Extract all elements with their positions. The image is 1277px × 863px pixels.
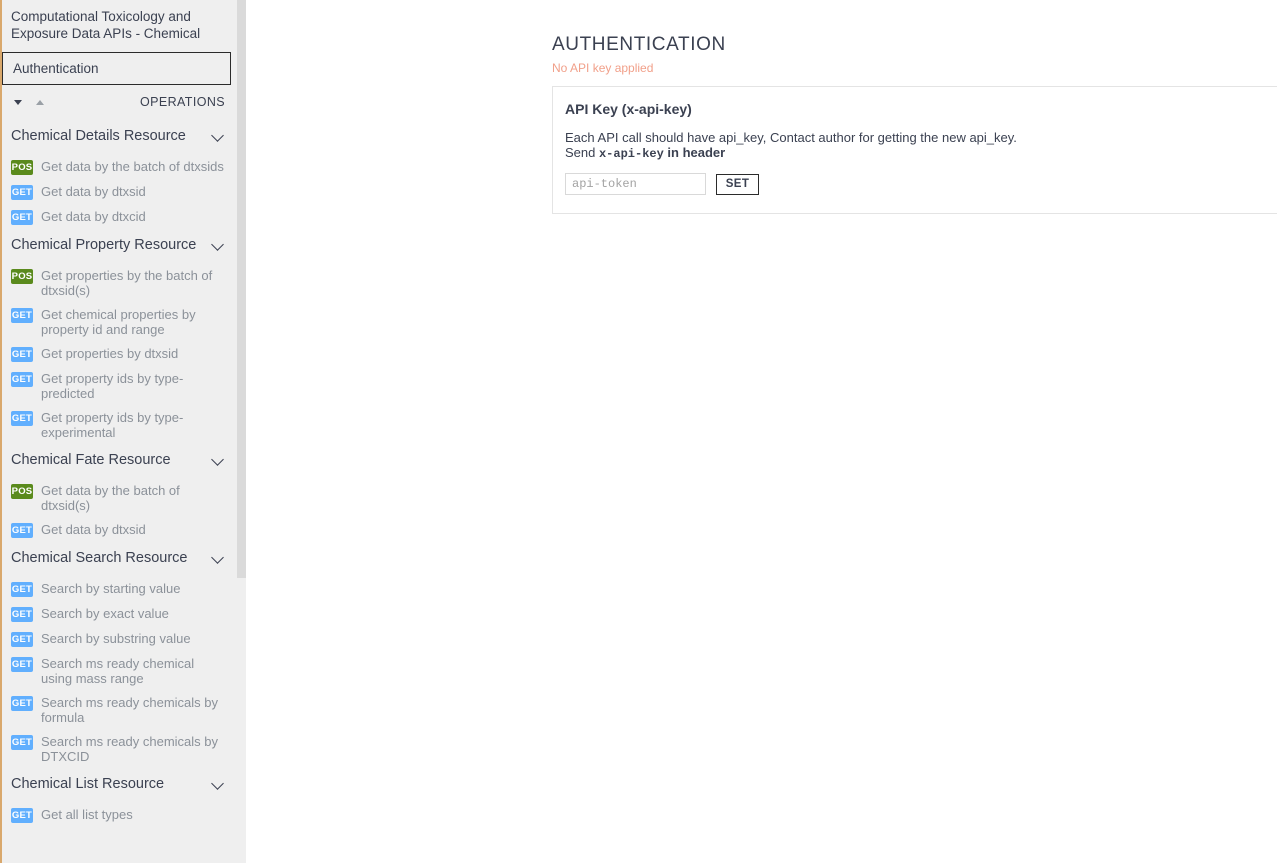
app-root: Computational Toxicology and Exposure Da… bbox=[0, 0, 1277, 863]
operation-label: Search ms ready chemicals by formula bbox=[41, 695, 219, 725]
sidebar-tab-authentication[interactable]: Authentication bbox=[2, 52, 231, 85]
http-method-badge: POS bbox=[11, 269, 33, 284]
resource-section-title: Chemical List Resource bbox=[11, 776, 165, 792]
api-key-description-line2-prefix: Send bbox=[565, 145, 599, 160]
set-api-key-button[interactable]: SET bbox=[716, 173, 759, 195]
chevron-down-icon[interactable] bbox=[212, 454, 225, 467]
operation-label: Get chemical properties by property id a… bbox=[41, 307, 196, 337]
operation-row[interactable]: GET Search ms ready chemical using mass r… bbox=[2, 656, 239, 686]
api-key-description-line1: Each API call should have api_key, Conta… bbox=[565, 130, 1017, 145]
http-method-badge: GET bbox=[11, 657, 33, 672]
operation-row[interactable]: GET Search by exact value bbox=[2, 606, 239, 622]
operation-row[interactable]: POS Get properties by the batch of dtxsid… bbox=[2, 268, 239, 298]
operation-label: Search by substring value bbox=[41, 631, 191, 646]
operation-row[interactable]: GET Get data by dtxsid bbox=[2, 184, 239, 200]
main-content: AUTHENTICATION No API key applied API Ke… bbox=[246, 0, 1277, 863]
operation-label: Get property ids by type-predicted bbox=[41, 371, 184, 401]
http-method-badge: GET bbox=[11, 308, 33, 323]
operations-label: OPERATIONS bbox=[139, 95, 225, 109]
http-method-badge: GET bbox=[11, 347, 33, 362]
api-key-header-name: x-api-key bbox=[598, 147, 664, 161]
http-method-badge: GET bbox=[11, 808, 33, 823]
operation-label: Get data by the batch of dtxsid(s) bbox=[41, 483, 180, 513]
api-key-panel: API Key (x-api-key) Each API call should… bbox=[552, 86, 1277, 214]
operations-sort-bar: OPERATIONS bbox=[2, 88, 239, 116]
resource-section-header[interactable]: Chemical Search Resource bbox=[2, 544, 239, 572]
resource-section-title: Chemical Property Resource bbox=[11, 237, 197, 253]
operation-row[interactable]: GET Get property ids by type-experimental bbox=[2, 410, 239, 440]
http-method-badge: GET bbox=[11, 607, 33, 622]
http-method-badge: GET bbox=[11, 185, 33, 200]
http-method-badge: GET bbox=[11, 523, 33, 538]
api-key-form: SET bbox=[562, 173, 1277, 195]
sidebar: Computational Toxicology and Exposure Da… bbox=[0, 0, 246, 863]
operation-label: Get data by dtxsid bbox=[41, 184, 146, 199]
http-method-badge: GET bbox=[11, 735, 33, 750]
operation-row[interactable]: GET Search by substring value bbox=[2, 631, 239, 647]
api-key-description-line2-suffix: in header bbox=[663, 145, 726, 160]
operation-label: Search by exact value bbox=[41, 606, 169, 621]
sidebar-scrollbar-track[interactable] bbox=[237, 0, 246, 863]
operation-label: Search by starting value bbox=[41, 581, 181, 596]
operation-label: Get all list types bbox=[41, 807, 133, 822]
api-key-description: Each API call should have api_key, Conta… bbox=[562, 130, 1277, 162]
resource-section-title: Chemical Details Resource bbox=[11, 128, 186, 144]
resource-section-header[interactable]: Chemical Details Resource bbox=[2, 122, 239, 150]
operation-label: Search ms ready chemical using mass rang… bbox=[41, 656, 195, 686]
triangle-up-icon[interactable] bbox=[36, 99, 44, 105]
operation-label: Get property ids by type-experimental bbox=[41, 410, 184, 440]
operation-row[interactable]: GET Get all list types bbox=[2, 807, 239, 823]
chevron-down-icon[interactable] bbox=[212, 778, 225, 791]
operation-row[interactable]: GET Get chemical properties by property i… bbox=[2, 307, 239, 337]
resource-section-header[interactable]: Chemical Property Resource bbox=[2, 231, 239, 259]
resource-section-title: Chemical Fate Resource bbox=[11, 452, 171, 468]
resource-section-header[interactable]: Chemical List Resource bbox=[2, 770, 239, 798]
sort-arrow-group bbox=[14, 99, 44, 105]
triangle-down-icon[interactable] bbox=[14, 99, 22, 105]
sidebar-tab-authentication-label: Authentication bbox=[13, 61, 99, 76]
operation-label: Search ms ready chemicals by DTXCID bbox=[41, 734, 219, 764]
operation-row[interactable]: GET Get data by dtxsid bbox=[2, 522, 239, 538]
sidebar-scrollbar-thumb[interactable] bbox=[237, 0, 246, 578]
operation-label: Get properties by dtxsid bbox=[41, 346, 179, 361]
http-method-badge: GET bbox=[11, 582, 33, 597]
operation-row[interactable]: GET Search ms ready chemicals by DTXCID bbox=[2, 734, 239, 764]
operation-label: Get data by the batch of dtxsids bbox=[41, 159, 224, 174]
operation-label: Get data by dtxcid bbox=[41, 209, 146, 224]
api-title: Computational Toxicology and Exposure Da… bbox=[11, 9, 201, 41]
http-method-badge: GET bbox=[11, 411, 33, 426]
http-method-badge: GET bbox=[11, 210, 33, 225]
operation-label: Get properties by the batch of dtxsid(s) bbox=[41, 268, 213, 298]
http-method-badge: GET bbox=[11, 632, 33, 647]
api-key-status: No API key applied bbox=[552, 61, 654, 75]
api-token-input[interactable] bbox=[565, 173, 706, 195]
resource-sections: Chemical Details Resource POS Get data by … bbox=[2, 122, 239, 823]
http-method-badge: POS bbox=[11, 160, 33, 175]
operation-label: Get data by dtxsid bbox=[41, 522, 146, 537]
operation-row[interactable]: GET Search ms ready chemicals by formula bbox=[2, 695, 239, 725]
api-key-panel-heading: API Key (x-api-key) bbox=[565, 101, 692, 117]
operation-row[interactable]: POS Get data by the batch of dtxsids bbox=[2, 159, 239, 175]
chevron-down-icon[interactable] bbox=[212, 239, 225, 252]
chevron-down-icon[interactable] bbox=[212, 552, 225, 565]
page-title: AUTHENTICATION bbox=[552, 34, 726, 55]
http-method-badge: GET bbox=[11, 696, 33, 711]
sidebar-content: Computational Toxicology and Exposure Da… bbox=[2, 0, 239, 863]
http-method-badge: GET bbox=[11, 372, 33, 387]
operation-row[interactable]: GET Get properties by dtxsid bbox=[2, 346, 239, 362]
resource-section-title: Chemical Search Resource bbox=[11, 550, 188, 566]
operation-row[interactable]: GET Search by starting value bbox=[2, 581, 239, 597]
resource-section-header[interactable]: Chemical Fate Resource bbox=[2, 446, 239, 474]
operation-row[interactable]: GET Get property ids by type-predicted bbox=[2, 371, 239, 401]
http-method-badge: POS bbox=[11, 484, 33, 499]
chevron-down-icon[interactable] bbox=[212, 130, 225, 143]
operation-row[interactable]: POS Get data by the batch of dtxsid(s) bbox=[2, 483, 239, 513]
operation-row[interactable]: GET Get data by dtxcid bbox=[2, 209, 239, 225]
